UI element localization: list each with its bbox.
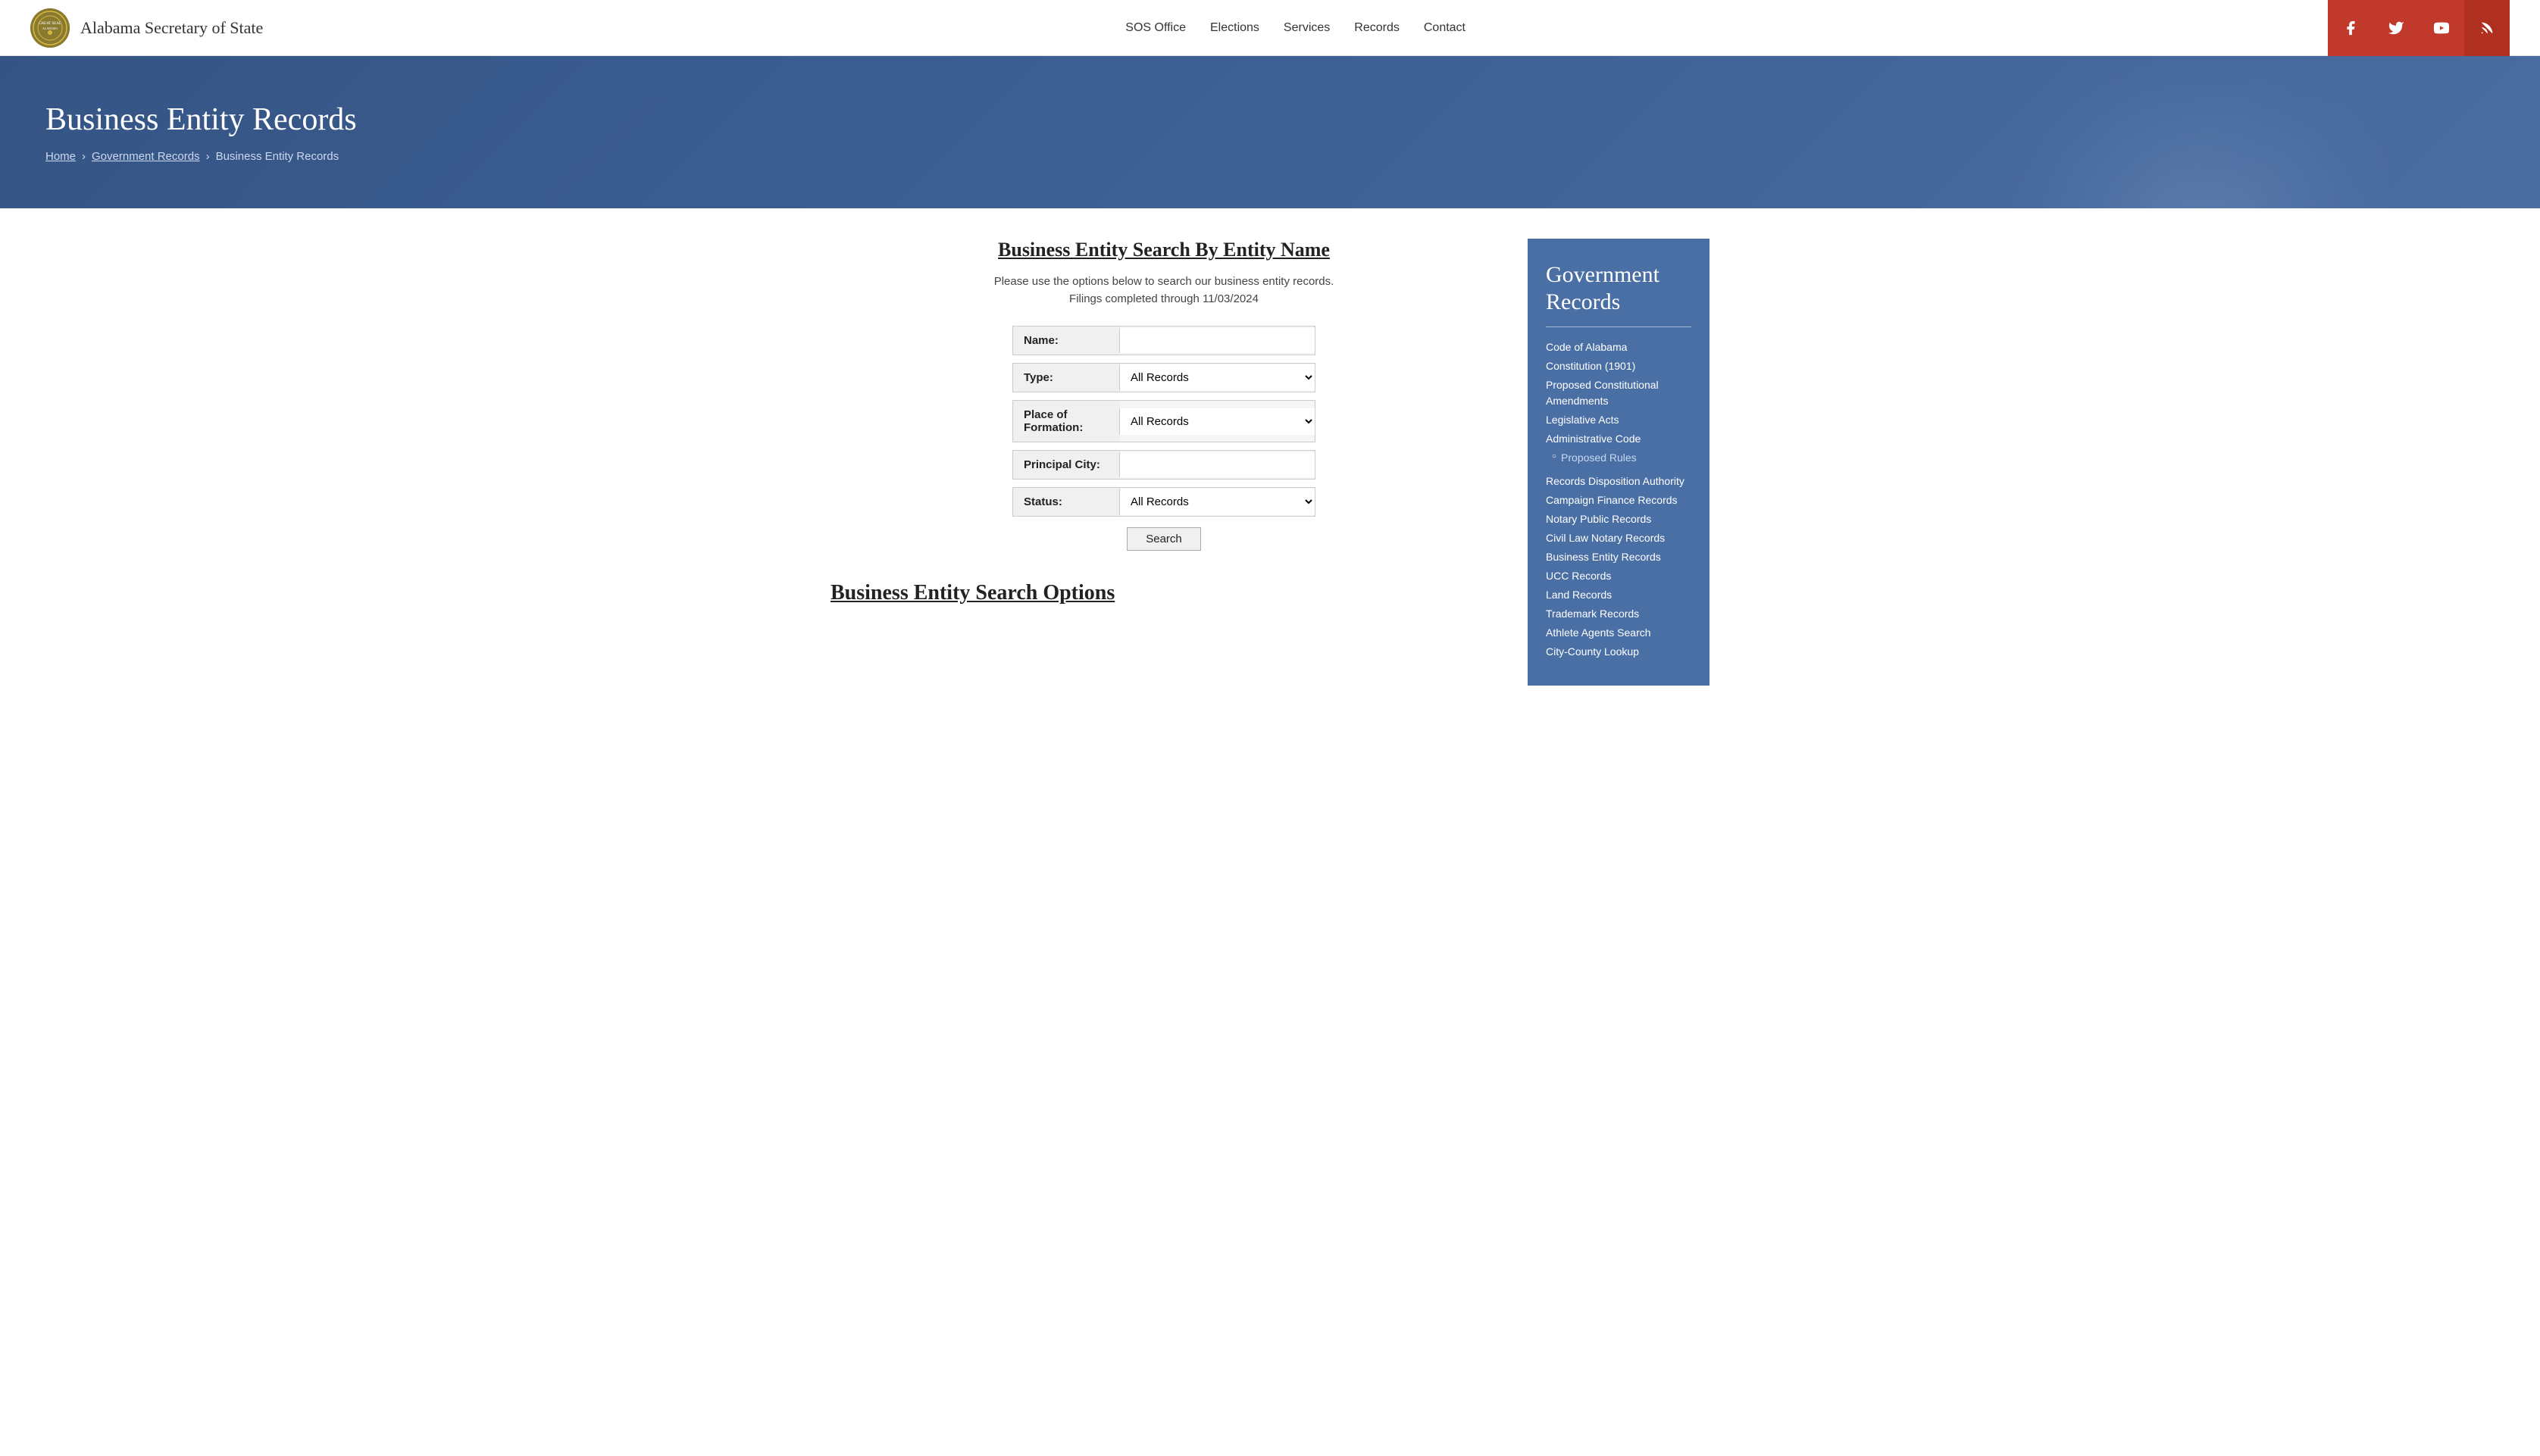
search-title: Business Entity Search By Entity Name [831, 239, 1497, 261]
sidebar-item-proposed-amendments: Proposed Constitutional Amendments [1546, 377, 1691, 409]
breadcrumb-gov-records[interactable]: Government Records [92, 150, 200, 163]
sidebar-item-civil-law-notary: Civil Law Notary Records [1546, 530, 1691, 546]
subtitle-line2: Filings completed through 11/03/2024 [831, 291, 1497, 308]
place-label: Place of Formation: [1013, 401, 1119, 442]
sidebar-link-business-entity[interactable]: Business Entity Records [1546, 551, 1661, 563]
sidebar-item-ucc-records: UCC Records [1546, 568, 1691, 584]
sidebar-link-constitution[interactable]: Constitution (1901) [1546, 360, 1635, 372]
twitter-button[interactable] [2373, 0, 2419, 56]
breadcrumb-current: Business Entity Records [216, 150, 339, 163]
sidebar-link-ucc-records[interactable]: UCC Records [1546, 570, 1611, 582]
sidebar-item-records-disposition: Records Disposition Authority [1546, 473, 1691, 489]
hero-banner: Business Entity Records Home › Governmen… [0, 56, 2540, 208]
twitter-icon [2388, 20, 2404, 36]
rss-button[interactable] [2464, 0, 2510, 56]
facebook-button[interactable] [2328, 0, 2373, 56]
header-brand: GREAT SEAL ALABAMA Alabama Secretary of … [30, 8, 263, 48]
sidebar-link-athlete-agents[interactable]: Athlete Agents Search [1546, 626, 1651, 639]
sidebar-link-city-county[interactable]: City-County Lookup [1546, 645, 1639, 658]
youtube-button[interactable] [2419, 0, 2464, 56]
svg-text:GREAT SEAL: GREAT SEAL [39, 22, 61, 26]
sidebar-link-campaign-finance[interactable]: Campaign Finance Records [1546, 494, 1678, 506]
search-subtitle: Please use the options below to search o… [831, 273, 1497, 308]
sidebar-item-city-county: City-County Lookup [1546, 644, 1691, 660]
status-select[interactable]: All Records Active Inactive Dissolved [1119, 489, 1315, 515]
city-input[interactable] [1119, 452, 1315, 477]
sidebar-item-code-of-alabama: Code of Alabama [1546, 339, 1691, 355]
sidebar-item-campaign-finance: Campaign Finance Records [1546, 492, 1691, 508]
search-button[interactable]: Search [1127, 527, 1201, 551]
breadcrumb-home[interactable]: Home [45, 150, 76, 163]
status-row: Status: All Records Active Inactive Diss… [1012, 487, 1315, 517]
sidebar-link-proposed-rules[interactable]: Proposed Rules [1561, 450, 1637, 466]
search-form: Name: Type: All Records Corporation LLC … [1012, 326, 1315, 551]
sidebar-item-legislative-acts: Legislative Acts [1546, 412, 1691, 428]
status-label: Status: [1013, 488, 1119, 516]
nav-services[interactable]: Services [1284, 21, 1330, 35]
sidebar-item-admin-code: Administrative Code [1546, 431, 1691, 447]
sidebar-link-proposed-amendments[interactable]: Proposed Constitutional Amendments [1546, 379, 1659, 407]
name-input[interactable] [1119, 328, 1315, 353]
social-links [2328, 0, 2510, 56]
sidebar-link-legislative-acts[interactable]: Legislative Acts [1546, 414, 1619, 426]
city-label: Principal City: [1013, 451, 1119, 479]
nav-records[interactable]: Records [1354, 21, 1400, 35]
place-select[interactable]: All Records Alabama Foreign [1119, 408, 1315, 435]
sidebar-link-notary-public[interactable]: Notary Public Records [1546, 513, 1651, 525]
sidebar-item-athlete-agents: Athlete Agents Search [1546, 625, 1691, 641]
sidebar-link-code-of-alabama[interactable]: Code of Alabama [1546, 341, 1627, 353]
main-nav: SOS Office Elections Services Records Co… [1125, 21, 1466, 35]
sidebar-link-admin-code[interactable]: Administrative Code [1546, 433, 1641, 445]
youtube-icon [2433, 20, 2450, 36]
sidebar-item-constitution: Constitution (1901) [1546, 358, 1691, 374]
site-logo: GREAT SEAL ALABAMA [30, 8, 70, 48]
sidebar-box: Government Records Code of Alabama Const… [1528, 239, 1709, 686]
site-title: Alabama Secretary of State [80, 18, 263, 38]
facebook-icon [2342, 20, 2359, 36]
sidebar-link-land-records[interactable]: Land Records [1546, 589, 1612, 601]
sidebar-link-trademark-records[interactable]: Trademark Records [1546, 608, 1639, 620]
type-row: Type: All Records Corporation LLC Partne… [1012, 363, 1315, 392]
rss-icon [2479, 20, 2495, 36]
sidebar-links-list: Code of Alabama Constitution (1901) Prop… [1546, 339, 1691, 660]
name-label: Name: [1013, 327, 1119, 355]
site-header: GREAT SEAL ALABAMA Alabama Secretary of … [0, 0, 2540, 56]
breadcrumb-separator-2: › [206, 150, 210, 163]
main-container: Business Entity Search By Entity Name Pl… [815, 208, 1725, 716]
page-title: Business Entity Records [45, 102, 2495, 138]
sidebar-link-civil-law-notary[interactable]: Civil Law Notary Records [1546, 532, 1665, 544]
hero-content: Business Entity Records Home › Governmen… [45, 102, 2495, 163]
type-select[interactable]: All Records Corporation LLC Partnership … [1119, 364, 1315, 391]
sidebar: Government Records Code of Alabama Const… [1528, 239, 1709, 686]
sidebar-item-proposed-rules: Proposed Rules [1546, 450, 1691, 466]
sidebar-item-trademark-records: Trademark Records [1546, 606, 1691, 622]
city-row: Principal City: [1012, 450, 1315, 480]
nav-elections[interactable]: Elections [1210, 21, 1259, 35]
name-row: Name: [1012, 326, 1315, 355]
sidebar-heading: Government Records [1546, 261, 1691, 316]
breadcrumb-separator-1: › [82, 150, 86, 163]
subtitle-line1: Please use the options below to search o… [831, 273, 1497, 291]
content-area: Business Entity Search By Entity Name Pl… [831, 239, 1497, 686]
svg-text:ALABAMA: ALABAMA [42, 27, 58, 30]
type-label: Type: [1013, 364, 1119, 392]
breadcrumb: Home › Government Records › Business Ent… [45, 150, 2495, 163]
sidebar-item-land-records: Land Records [1546, 587, 1691, 603]
search-button-row: Search [1012, 527, 1315, 551]
sidebar-item-business-entity: Business Entity Records [1546, 549, 1691, 565]
nav-sos-office[interactable]: SOS Office [1125, 21, 1186, 35]
sidebar-item-notary-public: Notary Public Records [1546, 511, 1691, 527]
options-title: Business Entity Search Options [831, 581, 1497, 605]
place-row: Place of Formation: All Records Alabama … [1012, 400, 1315, 442]
nav-contact[interactable]: Contact [1424, 21, 1466, 35]
sidebar-link-records-disposition[interactable]: Records Disposition Authority [1546, 475, 1684, 487]
